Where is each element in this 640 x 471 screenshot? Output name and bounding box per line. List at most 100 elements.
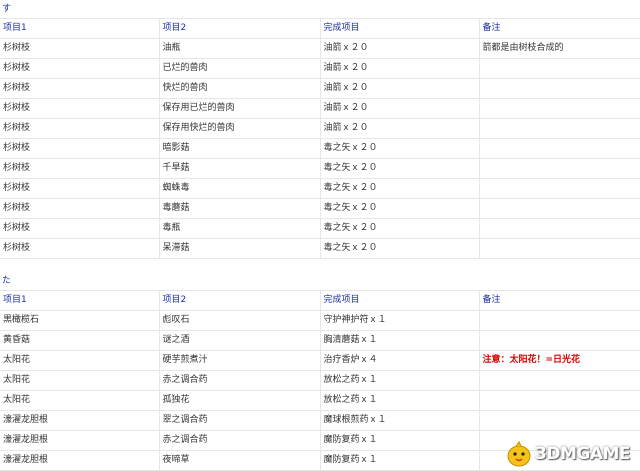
item2-cell: 保存用快烂的兽肉: [159, 118, 321, 139]
result-cell: 魔球根煎药ｘ１: [320, 410, 480, 431]
column-header-3: 完成项目: [320, 290, 480, 311]
item2-cell: 呆滞菇: [159, 238, 321, 259]
result-cell: 油箭ｘ２０: [320, 58, 480, 79]
item1-cell: 黒橄榄石: [0, 310, 160, 331]
result-cell: 魔防复药ｘ１: [320, 430, 480, 451]
result-cell: 油箭ｘ２０: [320, 98, 480, 119]
item2-cell: 千旱菇: [159, 158, 321, 179]
item2-cell: 暗影菇: [159, 138, 321, 159]
section-label-ta: た: [2, 276, 12, 286]
result-cell: 油箭ｘ２０: [320, 78, 480, 99]
item1-cell: 太阳花: [0, 350, 160, 371]
item2-cell: 硬芋煎煮汁: [159, 350, 321, 371]
item2-cell: 夜啼草: [159, 450, 321, 471]
table-row: 杉树枝 千旱菇 毒之矢ｘ２０: [0, 158, 640, 179]
table-row: 太阳花 孤独花 放松之药ｘ１: [0, 390, 640, 411]
section-label-su: す: [2, 4, 12, 14]
note-cell: 箭都是由树枝合成的: [479, 38, 640, 59]
note-cell: [479, 330, 640, 351]
item1-cell: 杉树枝: [0, 218, 160, 239]
item2-cell: 保存用已烂的兽肉: [159, 98, 321, 119]
table-row: 杉树枝 毒瓶 毒之矢ｘ２０: [0, 218, 640, 239]
note-cell: [479, 178, 640, 199]
table-row: 杉树枝 保存用已烂的兽肉 油箭ｘ２０: [0, 98, 640, 119]
table-row: 太阳花 硬芋煎煮汁 治疗香炉ｘ４ 注意：太阳花！=日光花: [0, 350, 640, 371]
item2-cell: 翠之调合药: [159, 410, 321, 431]
item1-cell: 太阳花: [0, 390, 160, 411]
column-header-3: 完成项目: [320, 18, 480, 39]
result-cell: 放松之药ｘ１: [320, 370, 480, 391]
table-header-row: 项目1 项目2 完成项目 备注: [0, 290, 640, 311]
result-cell: 毒之矢ｘ２０: [320, 218, 480, 239]
table-row: 杉树枝 油瓶 油箭ｘ２０ 箭都是由树枝合成的: [0, 38, 640, 59]
table-row: 杉树枝 蜘蛛毒 毒之矢ｘ２０: [0, 178, 640, 199]
result-cell: 毒之矢ｘ２０: [320, 138, 480, 159]
result-cell: 油箭ｘ２０: [320, 118, 480, 139]
note-cell: [479, 370, 640, 391]
item1-cell: 杉树枝: [0, 98, 160, 119]
result-cell: 魔防复药ｘ１: [320, 450, 480, 471]
watermark-text: 3DMGAME: [535, 444, 631, 464]
chick-mascot-icon: [507, 441, 531, 467]
item2-cell: 快烂的兽肉: [159, 78, 321, 99]
note-cell: [479, 310, 640, 331]
table-row: 黄昏菇 谜之酒 胸清蘑菇ｘ１: [0, 330, 640, 351]
table-row: 黒橄榄石 彪叹石 守护神护符ｘ１: [0, 310, 640, 331]
note-cell: [479, 410, 640, 431]
item1-cell: 杉树枝: [0, 78, 160, 99]
note-cell: [479, 78, 640, 99]
item1-cell: 太阳花: [0, 370, 160, 391]
table-row: 杉树枝 呆滞菇 毒之矢ｘ２０: [0, 238, 640, 259]
item2-cell: 赤之调合药: [159, 430, 321, 451]
item2-cell: 毒瓶: [159, 218, 321, 239]
column-header-4: 备注: [479, 18, 640, 39]
column-header-1: 项目1: [0, 18, 160, 39]
item1-cell: 黄昏菇: [0, 330, 160, 351]
note-cell: [479, 390, 640, 411]
note-cell: [479, 118, 640, 139]
note-cell: [479, 218, 640, 239]
result-cell: 守护神护符ｘ１: [320, 310, 480, 331]
item2-cell: 毒蘑菇: [159, 198, 321, 219]
item2-cell: 已烂的兽肉: [159, 58, 321, 79]
result-cell: 毒之矢ｘ２０: [320, 178, 480, 199]
table-row: 杉树枝 已烂的兽肉 油箭ｘ２０: [0, 58, 640, 79]
note-cell: [479, 138, 640, 159]
item1-cell: 杉树枝: [0, 118, 160, 139]
result-cell: 治疗香炉ｘ４: [320, 350, 480, 371]
note-cell: [479, 58, 640, 79]
note-cell: [479, 158, 640, 179]
item1-cell: 杉树枝: [0, 138, 160, 159]
column-header-2: 项目2: [159, 18, 321, 39]
table-row: 太阳花 赤之调合药 放松之药ｘ１: [0, 370, 640, 391]
item1-cell: 杉树枝: [0, 158, 160, 179]
note-cell: [479, 238, 640, 259]
item2-cell: 蜘蛛毒: [159, 178, 321, 199]
item1-cell: 杉树枝: [0, 238, 160, 259]
table-header-row: 项目1 项目2 完成项目 备注: [0, 18, 640, 39]
item1-cell: 濠濯龙胆根: [0, 410, 160, 431]
result-cell: 油箭ｘ２０: [320, 38, 480, 59]
result-cell: 胸清蘑菇ｘ１: [320, 330, 480, 351]
table-row: 杉树枝 保存用快烂的兽肉 油箭ｘ２０: [0, 118, 640, 139]
item1-cell: 杉树枝: [0, 58, 160, 79]
item1-cell: 杉树枝: [0, 198, 160, 219]
table-row: 杉树枝 毒蘑菇 毒之矢ｘ２０: [0, 198, 640, 219]
item1-cell: 杉树枝: [0, 38, 160, 59]
column-header-4: 备注: [479, 290, 640, 311]
item2-cell: 谜之酒: [159, 330, 321, 351]
result-cell: 放松之药ｘ１: [320, 390, 480, 411]
item2-cell: 赤之调合药: [159, 370, 321, 391]
result-cell: 毒之矢ｘ２０: [320, 158, 480, 179]
item1-cell: 濠濯龙胆根: [0, 430, 160, 451]
note-cell: [479, 98, 640, 119]
item2-cell: 油瓶: [159, 38, 321, 59]
item2-cell: 彪叹石: [159, 310, 321, 331]
table-row: 杉树枝 暗影菇 毒之矢ｘ２０: [0, 138, 640, 159]
column-header-2: 项目2: [159, 290, 321, 311]
watermark-logo: 3DMGAME: [505, 441, 635, 467]
table-row: 杉树枝 快烂的兽肉 油箭ｘ２０: [0, 78, 640, 99]
item2-cell: 孤独花: [159, 390, 321, 411]
table-row: 濠濯龙胆根 翠之调合药 魔球根煎药ｘ１: [0, 410, 640, 431]
result-cell: 毒之矢ｘ２０: [320, 198, 480, 219]
